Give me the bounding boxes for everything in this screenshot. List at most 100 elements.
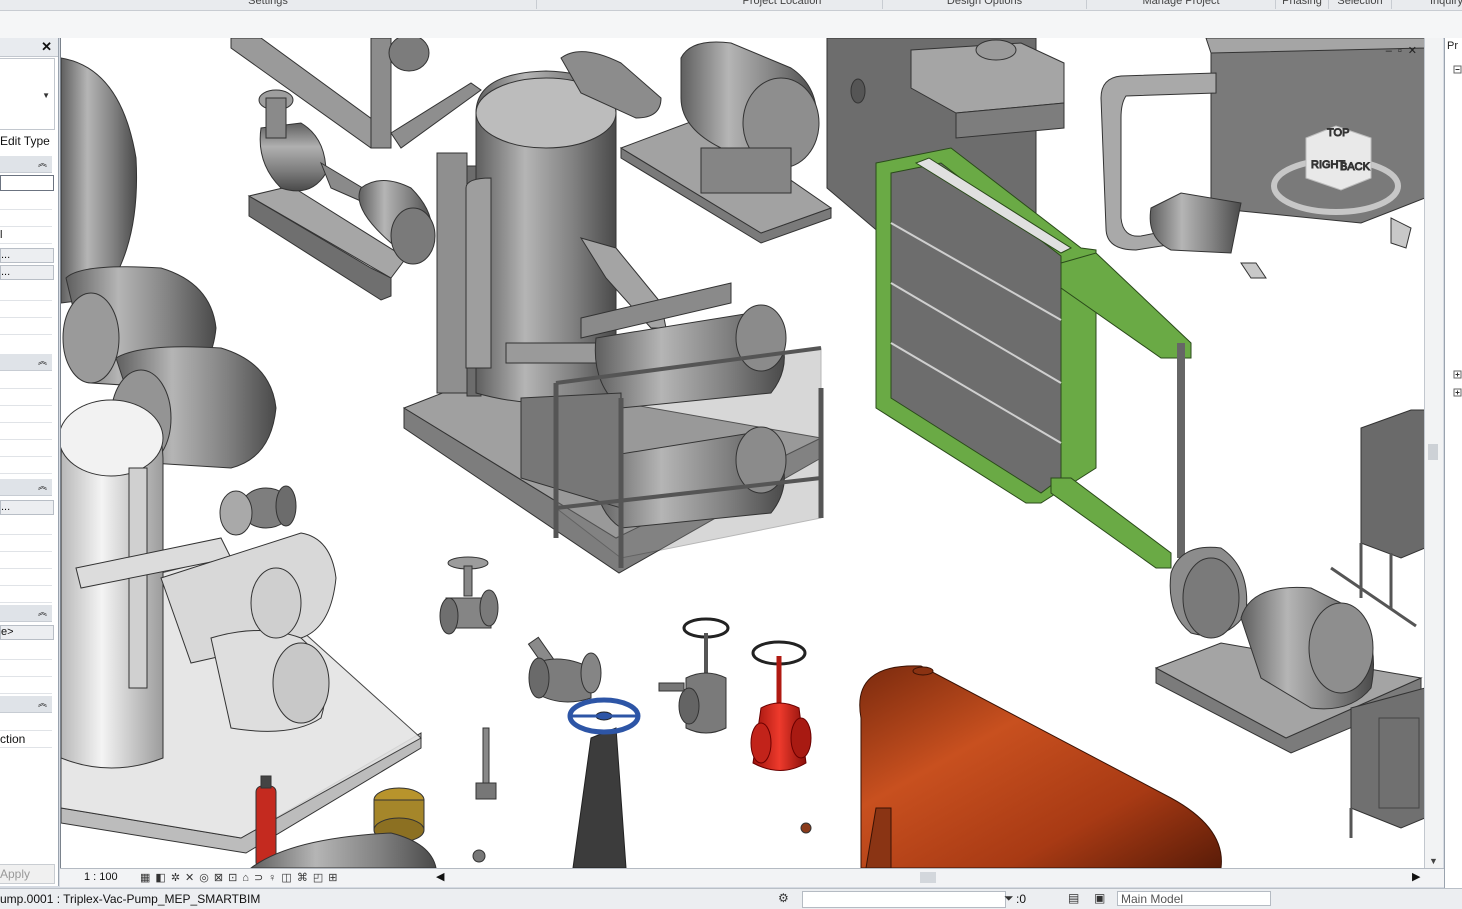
properties-section[interactable]: ︽ <box>0 605 52 622</box>
property-row[interactable] <box>0 284 52 301</box>
property-row[interactable] <box>0 643 52 660</box>
property-row[interactable] <box>0 210 52 227</box>
ribbon-group-design-options[interactable]: Design Options <box>883 0 1087 9</box>
highlight-displacement-icon[interactable]: ⊞ <box>328 872 342 884</box>
property-row[interactable] <box>0 301 52 318</box>
property-row[interactable] <box>0 714 52 731</box>
property-row[interactable] <box>0 457 52 474</box>
property-row[interactable] <box>0 569 52 586</box>
fire-extinguisher[interactable] <box>255 775 277 868</box>
close-view-icon[interactable]: ✕ <box>1408 45 1423 57</box>
electrical-panel[interactable] <box>1330 409 1425 628</box>
properties-section[interactable]: ︽ <box>0 354 52 371</box>
property-button[interactable]: ... <box>0 265 54 280</box>
dropdown-arrow-icon[interactable]: ▼ <box>42 91 50 100</box>
globe-valve[interactable] <box>439 556 499 635</box>
property-row[interactable] <box>0 552 52 569</box>
viewcube-back-label[interactable]: BACK <box>1340 161 1372 174</box>
scroll-right-icon[interactable]: ▶ <box>1412 870 1420 883</box>
property-row[interactable]: ction <box>0 731 52 748</box>
worksharing-icon[interactable]: ◫ <box>281 872 296 884</box>
ribbon-group-phasing[interactable]: Phasing <box>1276 0 1329 9</box>
property-row[interactable] <box>0 440 52 457</box>
shadows-icon[interactable]: ✕ <box>185 872 199 884</box>
ribbon-group-manage-project[interactable]: Manage Project <box>1087 0 1276 9</box>
collapse-icon[interactable]: ︽ <box>38 479 47 492</box>
property-row[interactable] <box>0 586 52 603</box>
horizontal-heater-skid[interactable]: TOP RIGHT BACK <box>1100 38 1425 279</box>
ribbon-group-inquiry[interactable]: Inquiry <box>1392 0 1462 9</box>
tree-expanders[interactable] <box>1445 58 1462 418</box>
property-row[interactable] <box>0 389 52 406</box>
ribbon-group-project-location[interactable]: Project Location <box>682 0 883 9</box>
property-row[interactable]: l <box>0 227 52 244</box>
scroll-down-icon[interactable]: ▼ <box>1429 856 1438 866</box>
type-selector[interactable]: ▼ <box>0 58 55 130</box>
rendering-icon[interactable]: ◎ <box>199 872 214 884</box>
restore-icon[interactable]: ▫ <box>1398 45 1408 57</box>
model-scene[interactable]: TOP RIGHT BACK <box>61 38 1425 868</box>
analytical-model-icon[interactable]: ⌘ <box>297 872 313 884</box>
constraints-icon[interactable]: ◰ <box>313 872 328 884</box>
scroll-left-icon[interactable]: ◀ <box>436 870 444 883</box>
close-icon[interactable]: ✕ <box>41 39 52 55</box>
view-scale[interactable]: 1 : 100 <box>84 871 118 883</box>
design-options-icon[interactable]: ▤ <box>1068 891 1079 905</box>
property-row[interactable] <box>0 535 52 552</box>
active-design-option-dropdown[interactable]: Main Model <box>1117 891 1271 906</box>
plate-heat-exchanger-selected[interactable] <box>875 147 1192 569</box>
view-window-controls[interactable]: –▫✕ <box>1386 44 1423 57</box>
inline-strainer[interactable] <box>219 485 297 536</box>
sun-path-icon[interactable]: ✲ <box>171 872 185 884</box>
property-value-input[interactable] <box>0 175 54 191</box>
show-crop-icon[interactable]: ⊡ <box>228 872 242 884</box>
lock-view-icon[interactable]: ⌂ <box>242 872 254 884</box>
small-fitting[interactable] <box>472 822 812 863</box>
project-browser-tab[interactable]: Pr <box>1447 40 1458 52</box>
visual-style-icon[interactable]: ◧ <box>155 872 170 884</box>
property-row[interactable] <box>0 677 52 694</box>
property-button[interactable]: ... <box>0 500 54 515</box>
crop-view-icon[interactable]: ⊠ <box>214 872 228 884</box>
horizontal-scrollbar-thumb[interactable] <box>920 872 936 883</box>
property-row[interactable] <box>0 318 52 335</box>
property-row[interactable] <box>0 518 52 535</box>
red-gate-valve[interactable] <box>750 640 812 771</box>
control-cabinet[interactable] <box>1349 687 1425 838</box>
ribbon-group-settings[interactable]: Settings <box>0 0 537 9</box>
property-row[interactable] <box>0 660 52 677</box>
gate-valve[interactable] <box>658 617 730 734</box>
vertical-receiver-tank[interactable] <box>61 399 422 854</box>
minimize-icon[interactable]: – <box>1386 45 1398 57</box>
filter-icon[interactable]: ⏷ <box>1004 891 1014 906</box>
editable-only-icon[interactable]: ▣ <box>1094 891 1105 905</box>
horizontal-storage-tank[interactable] <box>859 665 1222 868</box>
properties-section[interactable]: ︽ <box>0 156 52 173</box>
property-row[interactable] <box>0 406 52 423</box>
property-button[interactable]: e> <box>0 625 54 640</box>
properties-section[interactable]: ︽ <box>0 479 52 496</box>
ribbon-group-selection[interactable]: Selection <box>1329 0 1392 9</box>
property-row[interactable] <box>0 372 52 389</box>
worksets-icon[interactable]: ⚙ <box>778 891 789 905</box>
collapse-icon[interactable]: ︽ <box>38 354 47 367</box>
blue-handwheel-gate-valve[interactable] <box>567 697 641 868</box>
reveal-hidden-icon[interactable]: ♀ <box>268 872 281 884</box>
active-workset-dropdown[interactable] <box>802 891 1006 908</box>
detail-level-icon[interactable]: ▦ <box>140 872 155 884</box>
angle-valve[interactable] <box>527 636 602 703</box>
scrollbar-thumb[interactable] <box>1428 444 1438 460</box>
view-control-icons[interactable]: ▦◧✲✕◎⊠⊡⌂⊃♀◫⌘◰⊞ <box>140 871 342 884</box>
property-row[interactable] <box>0 423 52 440</box>
collapse-icon[interactable]: ︽ <box>38 696 47 709</box>
edit-type-button[interactable]: Edit Type <box>0 134 50 148</box>
collapse-icon[interactable]: ︽ <box>38 605 47 618</box>
apply-button[interactable]: Apply <box>0 864 55 884</box>
collapse-icon[interactable]: ︽ <box>38 156 47 169</box>
property-button[interactable]: ... <box>0 248 54 263</box>
viewcube-top-label[interactable]: TOP <box>1327 127 1350 140</box>
temp-hide-icon[interactable]: ⊃ <box>254 872 268 884</box>
vertical-scrollbar[interactable]: ▼ <box>1424 38 1443 868</box>
properties-section[interactable]: ︽ <box>0 696 52 713</box>
property-row[interactable] <box>0 193 52 210</box>
